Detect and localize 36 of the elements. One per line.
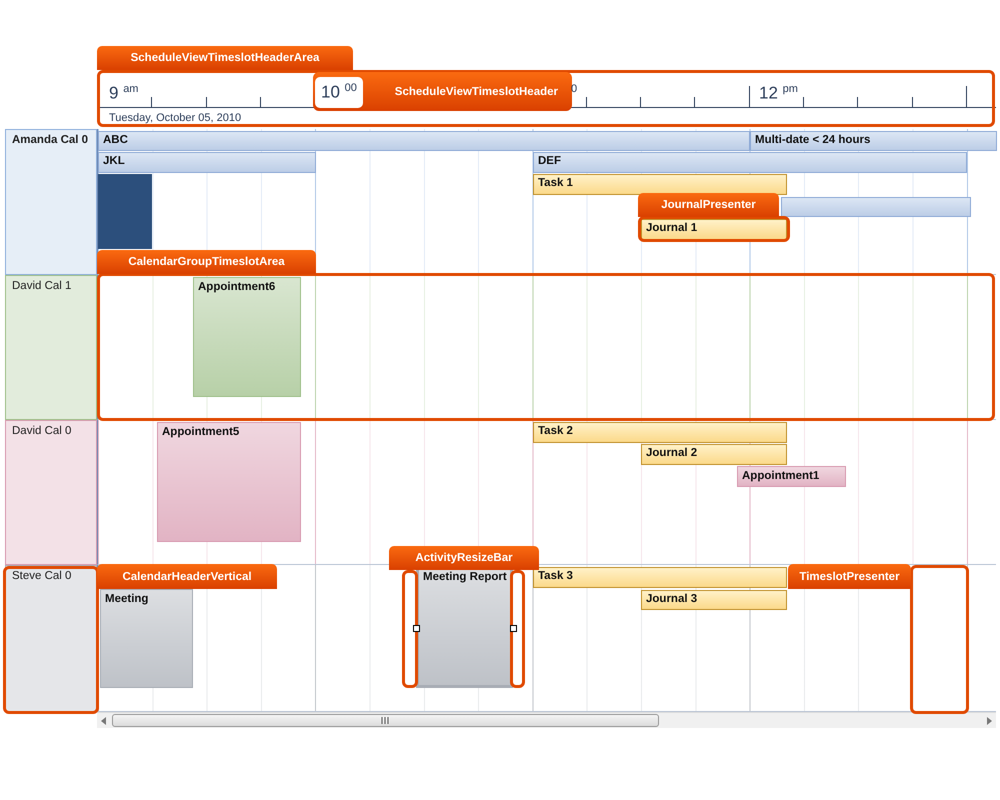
time-label: 9 $^{am}$ [108,82,140,105]
journal-bar[interactable]: Journal 1 [641,219,787,240]
callout-label: CalendarHeaderVertical [97,564,277,589]
date-label: Tuesday, October 05, 2010 [108,111,242,124]
callout-label: ActivityResizeBar [389,546,539,570]
horizontal-scrollbar[interactable] [97,712,996,728]
callout-label: ScheduleViewTimeslotHeaderArea [97,46,353,70]
callout-label: TimeslotPresenter [788,564,911,589]
calendar-header[interactable]: Steve Cal 0 [5,565,97,712]
callout-label: JournalPresenter [638,193,779,217]
scroll-right-icon[interactable] [986,716,992,724]
grip-icon [381,717,390,724]
scroll-left-icon[interactable] [101,716,107,724]
task-bar[interactable]: Task 1 [533,174,787,195]
appointment[interactable]: Meeting [100,589,193,688]
time-label: 10 $^{00}$ [315,77,363,108]
calendar-header[interactable]: David Cal 0 [5,420,97,565]
task-bar[interactable]: Task 3 [533,567,787,588]
appointment-bar[interactable]: DEF [533,152,967,173]
appointment[interactable]: Appointment5 [157,422,301,542]
appointment[interactable]: Meeting Report [416,567,513,688]
resize-handle[interactable] [413,625,420,632]
resize-handle[interactable] [510,625,517,632]
task-bar[interactable]: Task 2 [533,422,787,443]
time-label: 12 $^{pm}$ [758,82,799,105]
calendar-header[interactable]: Amanda Cal 0 [5,129,97,275]
appointment-bar[interactable]: ABC [98,131,750,151]
journal-bar[interactable]: Journal 3 [641,590,787,610]
appointment[interactable]: Appointment6 [193,277,301,397]
callout-label: CalendarGroupTimeslotArea [97,250,316,274]
appointment-bar[interactable]: JKL [98,152,316,173]
calendar-header[interactable]: David Cal 1 [5,275,97,420]
scroll-thumb[interactable] [112,714,659,727]
appointment-bar[interactable]: Multi-date < 24 hours [750,131,997,151]
journal-bar[interactable]: Journal 2 [641,444,787,465]
appointment[interactable]: Appointment1 [737,466,846,487]
